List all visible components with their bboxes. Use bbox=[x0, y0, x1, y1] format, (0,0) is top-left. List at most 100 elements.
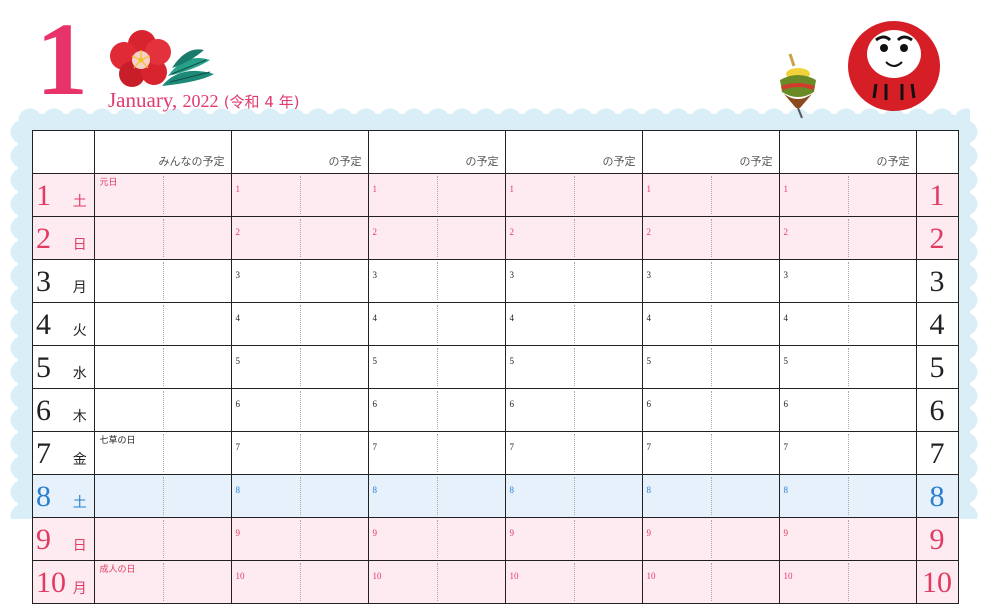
everyone-schedule-cell[interactable] bbox=[93, 517, 232, 561]
cell-day-number: 3 bbox=[783, 270, 789, 280]
weekday-label: 火 bbox=[66, 302, 95, 346]
person-schedule-cell[interactable]: 4 bbox=[230, 302, 369, 346]
person-schedule-cell[interactable]: 2 bbox=[367, 216, 506, 260]
cell-day-number: 8 bbox=[783, 485, 789, 495]
cell-day-number: 1 bbox=[783, 184, 789, 194]
person-schedule-cell[interactable]: 5 bbox=[504, 345, 643, 389]
person-schedule-cell[interactable]: 4 bbox=[778, 302, 917, 346]
person-schedule-cell[interactable]: 6 bbox=[641, 388, 780, 432]
person-schedule-cell[interactable]: 1 bbox=[778, 173, 917, 217]
header-right-cell bbox=[915, 130, 959, 174]
person-schedule-cell[interactable]: 2 bbox=[778, 216, 917, 260]
weekday-label: 日 bbox=[66, 216, 95, 260]
person-schedule-cell[interactable]: 9 bbox=[504, 517, 643, 561]
cell-day-number: 9 bbox=[646, 528, 652, 538]
weekday-label: 日 bbox=[66, 517, 95, 561]
cell-day-number: 8 bbox=[235, 485, 241, 495]
person-schedule-cell[interactable]: 3 bbox=[641, 259, 780, 303]
day-row: 6木666666 bbox=[32, 388, 959, 432]
person-schedule-cell[interactable]: 8 bbox=[641, 474, 780, 518]
person-schedule-cell[interactable]: 7 bbox=[778, 431, 917, 475]
person-schedule-cell[interactable]: 5 bbox=[778, 345, 917, 389]
cell-day-number: 6 bbox=[646, 399, 652, 409]
person-schedule-cell[interactable]: 1 bbox=[230, 173, 369, 217]
day-number: 2 bbox=[32, 216, 66, 260]
person-schedule-cell[interactable]: 3 bbox=[778, 259, 917, 303]
day-row: 5水555555 bbox=[32, 345, 959, 389]
everyone-schedule-cell[interactable]: 七草の日 bbox=[93, 431, 232, 475]
person-schedule-cell[interactable]: 3 bbox=[367, 259, 506, 303]
column-person-4: の予定 bbox=[641, 130, 780, 174]
person-schedule-cell[interactable]: 10 bbox=[778, 560, 917, 604]
person-schedule-cell[interactable]: 2 bbox=[641, 216, 780, 260]
weekday-label: 金 bbox=[66, 431, 95, 475]
day-number: 6 bbox=[32, 388, 66, 432]
cell-day-number: 3 bbox=[372, 270, 378, 280]
person-schedule-cell[interactable]: 10 bbox=[641, 560, 780, 604]
day-number: 8 bbox=[32, 474, 66, 518]
person-schedule-cell[interactable]: 8 bbox=[367, 474, 506, 518]
person-schedule-cell[interactable]: 8 bbox=[230, 474, 369, 518]
cell-day-number: 2 bbox=[372, 227, 378, 237]
everyone-schedule-cell[interactable] bbox=[93, 345, 232, 389]
person-schedule-cell[interactable]: 4 bbox=[367, 302, 506, 346]
cell-day-number: 5 bbox=[235, 356, 241, 366]
everyone-schedule-cell[interactable]: 成人の日 bbox=[93, 560, 232, 604]
person-schedule-cell[interactable]: 2 bbox=[230, 216, 369, 260]
day-number-right: 9 bbox=[915, 517, 959, 561]
everyone-schedule-cell[interactable] bbox=[93, 216, 232, 260]
everyone-schedule-cell[interactable]: 元日 bbox=[93, 173, 232, 217]
person-schedule-cell[interactable]: 6 bbox=[230, 388, 369, 432]
person-schedule-cell[interactable]: 10 bbox=[367, 560, 506, 604]
person-schedule-cell[interactable]: 10 bbox=[230, 560, 369, 604]
person-schedule-cell[interactable]: 1 bbox=[641, 173, 780, 217]
column-person-3: の予定 bbox=[504, 130, 643, 174]
person-schedule-cell[interactable]: 1 bbox=[504, 173, 643, 217]
day-number: 9 bbox=[32, 517, 66, 561]
day-row: 2日222222 bbox=[32, 216, 959, 260]
holiday-label: 成人の日 bbox=[99, 565, 136, 575]
year-label: 2022 bbox=[182, 91, 219, 111]
person-schedule-cell[interactable]: 7 bbox=[367, 431, 506, 475]
column-person-2: の予定 bbox=[367, 130, 506, 174]
cell-day-number: 9 bbox=[235, 528, 241, 538]
person-schedule-cell[interactable]: 1 bbox=[367, 173, 506, 217]
person-schedule-cell[interactable]: 7 bbox=[641, 431, 780, 475]
person-schedule-cell[interactable]: 3 bbox=[230, 259, 369, 303]
calendar-frame-scallop-right bbox=[960, 120, 980, 519]
everyone-schedule-cell[interactable] bbox=[93, 302, 232, 346]
person-schedule-cell[interactable]: 7 bbox=[504, 431, 643, 475]
person-schedule-cell[interactable]: 6 bbox=[504, 388, 643, 432]
person-schedule-cell[interactable]: 5 bbox=[641, 345, 780, 389]
person-schedule-cell[interactable]: 4 bbox=[641, 302, 780, 346]
person-schedule-cell[interactable]: 9 bbox=[230, 517, 369, 561]
cell-day-number: 6 bbox=[235, 399, 241, 409]
person-schedule-cell[interactable]: 5 bbox=[367, 345, 506, 389]
day-number: 7 bbox=[32, 431, 66, 475]
cell-day-number: 7 bbox=[646, 442, 652, 452]
day-number-right: 5 bbox=[915, 345, 959, 389]
person-schedule-cell[interactable]: 6 bbox=[367, 388, 506, 432]
person-schedule-cell[interactable]: 10 bbox=[504, 560, 643, 604]
person-schedule-cell[interactable]: 2 bbox=[504, 216, 643, 260]
day-number-right: 2 bbox=[915, 216, 959, 260]
person-schedule-cell[interactable]: 7 bbox=[230, 431, 369, 475]
person-schedule-cell[interactable]: 8 bbox=[504, 474, 643, 518]
everyone-schedule-cell[interactable] bbox=[93, 388, 232, 432]
person-schedule-cell[interactable]: 5 bbox=[230, 345, 369, 389]
person-schedule-cell[interactable]: 6 bbox=[778, 388, 917, 432]
everyone-schedule-cell[interactable] bbox=[93, 259, 232, 303]
person-schedule-cell[interactable]: 3 bbox=[504, 259, 643, 303]
cell-day-number: 1 bbox=[646, 184, 652, 194]
person-schedule-cell[interactable]: 8 bbox=[778, 474, 917, 518]
cell-day-number: 2 bbox=[235, 227, 241, 237]
everyone-schedule-cell[interactable] bbox=[93, 474, 232, 518]
month-number: 1 bbox=[36, 2, 88, 117]
person-schedule-cell[interactable]: 9 bbox=[778, 517, 917, 561]
person-schedule-cell[interactable]: 9 bbox=[367, 517, 506, 561]
cell-day-number: 3 bbox=[235, 270, 241, 280]
person-schedule-cell[interactable]: 4 bbox=[504, 302, 643, 346]
cell-day-number: 4 bbox=[783, 313, 789, 323]
person-schedule-cell[interactable]: 9 bbox=[641, 517, 780, 561]
cell-day-number: 5 bbox=[372, 356, 378, 366]
